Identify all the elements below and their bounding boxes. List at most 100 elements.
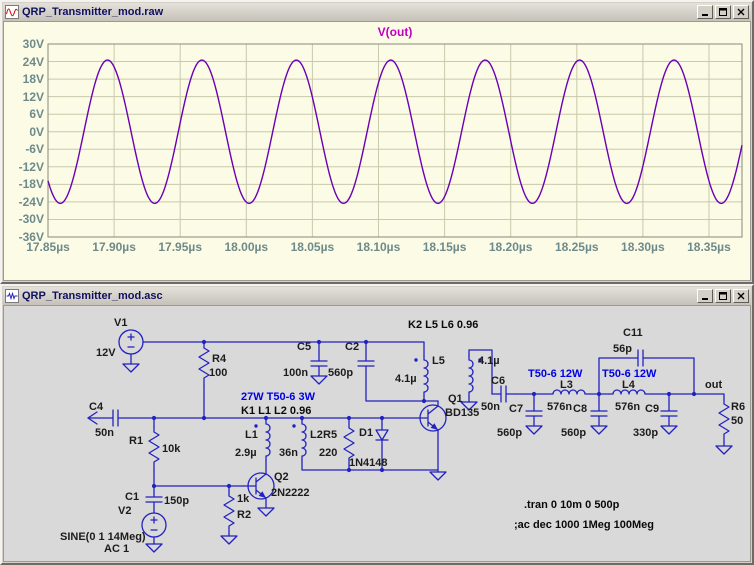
label-Q1-name[interactable]: Q1	[448, 393, 463, 405]
label-V2-value2[interactable]: AC 1	[104, 543, 129, 555]
component-D1[interactable]	[376, 424, 388, 448]
component-R1[interactable]	[149, 426, 159, 470]
ground-icon[interactable]	[430, 472, 446, 480]
ground-icon[interactable]	[716, 446, 732, 454]
label-C2-value[interactable]: 560p	[328, 367, 353, 379]
component-C5[interactable]	[311, 352, 327, 376]
schematic-canvas[interactable]: V1 12V R4 100 C5 100n C2 560p K2 L5 L6 0…	[4, 306, 750, 561]
label-C9-name[interactable]: C9	[645, 403, 659, 415]
component-R4[interactable]	[199, 342, 209, 386]
label-L3-value[interactable]: 576n	[547, 401, 572, 413]
label-C5-name[interactable]: C5	[297, 341, 311, 353]
component-V1[interactable]	[119, 330, 143, 354]
ground-icon[interactable]	[661, 426, 677, 434]
annotation-power[interactable]: 27W T50-6 3W	[241, 391, 316, 403]
component-L5[interactable]	[424, 356, 428, 396]
label-R6-value[interactable]: 50	[731, 415, 743, 427]
ground-icon[interactable]	[526, 426, 542, 434]
label-V1-name[interactable]: V1	[114, 317, 127, 329]
label-C6-name[interactable]: C6	[491, 375, 505, 387]
ground-icon[interactable]	[123, 364, 139, 372]
label-Q1-value[interactable]: BD135	[445, 407, 479, 419]
label-C6-value[interactable]: 50n	[481, 401, 500, 413]
directive-ac[interactable]: ;ac dec 1000 1Meg 100Meg	[514, 519, 654, 531]
schematic-titlebar[interactable]: QRP_Transmitter_mod.asc	[3, 287, 751, 305]
component-C7[interactable]	[526, 402, 542, 426]
label-D1-name[interactable]: D1	[359, 427, 373, 439]
label-R4-name[interactable]: R4	[212, 353, 227, 365]
directive-K2[interactable]: K2 L5 L6 0.96	[408, 319, 478, 331]
label-C8-value[interactable]: 560p	[561, 427, 586, 439]
label-L5-name[interactable]: L5	[432, 355, 445, 367]
ground-icon[interactable]	[258, 508, 274, 516]
close-button[interactable]	[733, 5, 749, 19]
label-L1-value[interactable]: 2.9µ	[235, 447, 257, 459]
label-R5-name[interactable]: R5	[323, 429, 337, 441]
label-L3-name[interactable]: L3	[560, 379, 573, 391]
label-D1-value[interactable]: 1N4148	[349, 457, 388, 469]
label-C8-name[interactable]: C8	[573, 403, 587, 415]
component-R2[interactable]	[224, 490, 234, 534]
label-C5-value[interactable]: 100n	[283, 367, 308, 379]
ground-icon[interactable]	[221, 536, 237, 544]
label-R2-name[interactable]: R2	[237, 509, 251, 521]
component-L1[interactable]	[266, 420, 270, 460]
component-C9[interactable]	[661, 402, 677, 426]
label-Q2-value[interactable]: 2N2222	[271, 487, 310, 499]
ground-icon[interactable]	[591, 426, 607, 434]
annotation-t50-left[interactable]: T50-6 12W	[528, 368, 583, 380]
label-C1-value[interactable]: 150p	[164, 495, 189, 507]
component-V2[interactable]	[142, 513, 166, 537]
directive-K1[interactable]: K1 L1 L2 0.96	[241, 405, 311, 417]
label-C2-name[interactable]: C2	[345, 341, 359, 353]
label-L6-value[interactable]: 4.1µ	[478, 355, 500, 367]
label-V2-name[interactable]: V2	[118, 505, 131, 517]
component-C2[interactable]	[358, 352, 374, 376]
label-L2-name[interactable]: L2	[310, 429, 323, 441]
component-C11[interactable]	[629, 350, 653, 366]
y-tick-label: 18V	[4, 72, 44, 86]
label-R4-value[interactable]: 100	[209, 367, 227, 379]
ground-icon[interactable]	[311, 376, 327, 384]
label-C7-value[interactable]: 560p	[497, 427, 522, 439]
label-L5-value[interactable]: 4.1µ	[395, 373, 417, 385]
label-Q2-name[interactable]: Q2	[274, 471, 289, 483]
maximize-button[interactable]	[715, 289, 731, 303]
label-R6-name[interactable]: R6	[731, 401, 745, 413]
label-L4-value[interactable]: 576n	[615, 401, 640, 413]
label-C9-value[interactable]: 330p	[633, 427, 658, 439]
component-L6[interactable]	[469, 356, 473, 396]
label-C11-name[interactable]: C11	[623, 327, 643, 339]
label-C11-value[interactable]: 56p	[613, 343, 632, 355]
maximize-button[interactable]	[715, 5, 731, 19]
label-L2-value[interactable]: 36n	[279, 447, 298, 459]
y-tick-label: -24V	[4, 195, 44, 209]
ground-icon[interactable]	[146, 544, 162, 552]
close-button[interactable]	[733, 289, 749, 303]
label-L4-name[interactable]: L4	[622, 379, 636, 391]
component-C4[interactable]	[104, 410, 128, 426]
component-Q1[interactable]	[416, 401, 446, 470]
net-label-out[interactable]: out	[705, 379, 722, 391]
waveform-plot-area[interactable]: V(out) 30V24V18V12V6V0V-6V-12V-18V-24V-3…	[3, 21, 751, 281]
component-C1[interactable]	[146, 488, 162, 512]
component-C6[interactable]	[492, 386, 516, 402]
label-R2-value[interactable]: 1k	[237, 493, 250, 505]
label-R5-value[interactable]: 220	[319, 447, 337, 459]
component-R6[interactable]	[719, 398, 729, 442]
label-R1-name[interactable]: R1	[129, 435, 143, 447]
waveform-titlebar[interactable]: QRP_Transmitter_mod.raw	[3, 3, 751, 21]
label-V2-value[interactable]: SINE(0 1 14Meg)	[60, 531, 146, 543]
label-L1-name[interactable]: L1	[245, 429, 258, 441]
minimize-button[interactable]	[697, 5, 713, 19]
component-C8[interactable]	[591, 402, 607, 426]
label-C1-name[interactable]: C1	[125, 491, 139, 503]
label-C4-name[interactable]: C4	[89, 401, 104, 413]
minimize-button[interactable]	[697, 289, 713, 303]
label-R1-value[interactable]: 10k	[162, 443, 181, 455]
label-C7-name[interactable]: C7	[509, 403, 523, 415]
directive-tran[interactable]: .tran 0 10m 0 500p	[524, 499, 620, 511]
label-V1-value[interactable]: 12V	[96, 347, 116, 359]
component-L2[interactable]	[302, 420, 306, 460]
label-C4-value[interactable]: 50n	[95, 427, 114, 439]
